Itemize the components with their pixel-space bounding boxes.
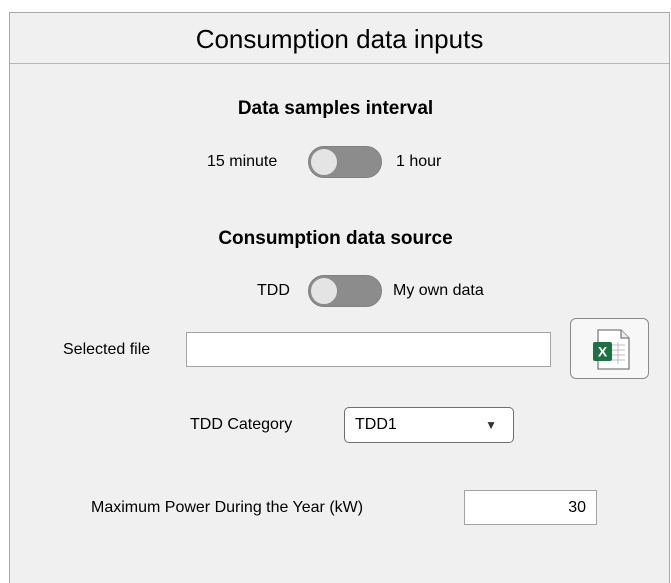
source-left-label: TDD bbox=[257, 282, 290, 299]
max-power-label: Maximum Power During the Year (kW) bbox=[91, 499, 364, 516]
max-power-field[interactable]: 30 bbox=[464, 490, 597, 525]
tdd-category-label: TDD Category bbox=[190, 416, 293, 433]
chevron-down-icon[interactable]: ▼ bbox=[485, 418, 497, 432]
source-heading: Consumption data source bbox=[218, 228, 453, 249]
source-right-label: My own data bbox=[393, 282, 484, 299]
interval-right-label: 1 hour bbox=[396, 153, 442, 170]
selected-file-field[interactable] bbox=[186, 332, 551, 367]
selected-file-label: Selected file bbox=[63, 341, 151, 358]
panel-title: Consumption data inputs bbox=[10, 13, 669, 64]
browse-file-button[interactable]: X bbox=[570, 318, 649, 379]
source-switch-knob[interactable] bbox=[310, 277, 338, 305]
tdd-category-dropdown[interactable]: TDD1 ▼ bbox=[344, 407, 514, 443]
interval-switch[interactable] bbox=[308, 146, 382, 178]
interval-left-label: 15 minute bbox=[207, 153, 278, 170]
interval-switch-knob[interactable] bbox=[310, 148, 338, 176]
excel-icon-letter: X bbox=[598, 344, 608, 360]
interval-heading: Data samples interval bbox=[237, 98, 434, 119]
tdd-category-value: TDD1 bbox=[355, 416, 397, 433]
excel-file-icon: X bbox=[593, 329, 630, 370]
source-switch[interactable] bbox=[308, 275, 382, 307]
